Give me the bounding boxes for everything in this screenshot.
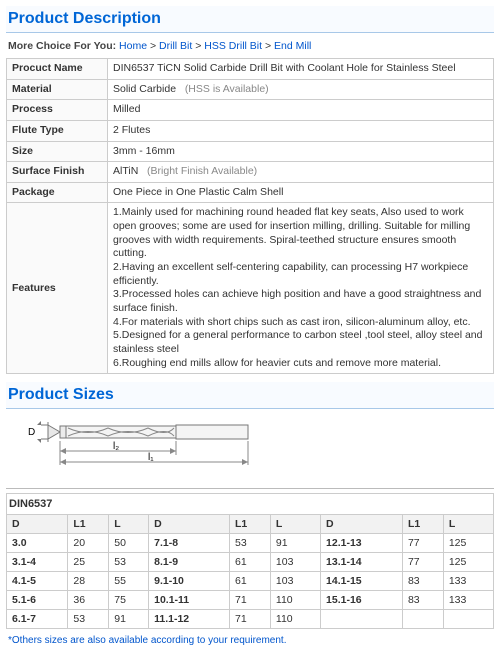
size-cell: 55 bbox=[109, 572, 149, 591]
section-title-sizes: Product Sizes bbox=[6, 382, 494, 409]
size-cell bbox=[402, 610, 443, 629]
size-cell: 5.1-6 bbox=[7, 591, 68, 610]
size-cell: 12.1-13 bbox=[321, 534, 403, 553]
size-cell: 61 bbox=[230, 553, 271, 572]
spec-key-package: Package bbox=[7, 182, 108, 203]
size-cell: 13.1-14 bbox=[321, 553, 403, 572]
size-cell: 10.1-11 bbox=[149, 591, 230, 610]
size-cell: 53 bbox=[109, 553, 149, 572]
size-cell: 91 bbox=[270, 534, 320, 553]
spec-val-process: Milled bbox=[108, 100, 494, 121]
size-cell: 61 bbox=[230, 572, 271, 591]
size-cell: 3.0 bbox=[7, 534, 68, 553]
size-cell: 14.1-15 bbox=[321, 572, 403, 591]
svg-text:D: D bbox=[28, 427, 35, 438]
size-cell: 133 bbox=[443, 572, 493, 591]
size-cell: 75 bbox=[109, 591, 149, 610]
spec-key-surface-finish: Surface Finish bbox=[7, 162, 108, 183]
size-cell: 6.1-7 bbox=[7, 610, 68, 629]
footnote: *Others sizes are also available accordi… bbox=[6, 629, 494, 648]
spec-key-name: Procuct Name bbox=[7, 59, 108, 80]
drill-diagram: D l₂ l₁ bbox=[6, 413, 494, 489]
spec-val-flute: 2 Flutes bbox=[108, 120, 494, 141]
table-row: 6.1-7539111.1-1271110 bbox=[7, 610, 494, 629]
size-cell: 71 bbox=[230, 610, 271, 629]
breadcrumb-sep: > bbox=[265, 40, 271, 52]
col-l1: L1 bbox=[402, 515, 443, 534]
size-cell: 91 bbox=[109, 610, 149, 629]
spec-key-size: Size bbox=[7, 141, 108, 162]
size-cell: 103 bbox=[270, 553, 320, 572]
size-cell: 125 bbox=[443, 553, 493, 572]
table-row: 3.020507.1-8539112.1-1377125 bbox=[7, 534, 494, 553]
breadcrumb-end-mill[interactable]: End Mill bbox=[274, 40, 311, 52]
size-cell: 83 bbox=[402, 591, 443, 610]
col-l1: L1 bbox=[68, 515, 109, 534]
size-cell bbox=[321, 610, 403, 629]
size-cell: 71 bbox=[230, 591, 271, 610]
spec-key-flute: Flute Type bbox=[7, 120, 108, 141]
table-row: 3.1-425538.1-96110313.1-1477125 bbox=[7, 553, 494, 572]
size-cell: 77 bbox=[402, 534, 443, 553]
table-row: 5.1-6367510.1-117111015.1-1683133 bbox=[7, 591, 494, 610]
breadcrumb-hss-drill-bit[interactable]: HSS Drill Bit bbox=[204, 40, 262, 52]
breadcrumb-sep: > bbox=[150, 40, 156, 52]
size-cell: 4.1-5 bbox=[7, 572, 68, 591]
size-cell: 8.1-9 bbox=[149, 553, 230, 572]
size-cell: 28 bbox=[68, 572, 109, 591]
col-d: D bbox=[321, 515, 403, 534]
col-l1: L1 bbox=[230, 515, 271, 534]
spec-table: Procuct NameDIN6537 TiCN Solid Carbide D… bbox=[6, 58, 494, 374]
size-cell: 20 bbox=[68, 534, 109, 553]
drill-diagram-svg: D l₂ l₁ bbox=[8, 417, 308, 479]
col-d: D bbox=[149, 515, 230, 534]
size-cell: 103 bbox=[270, 572, 320, 591]
col-l: L bbox=[109, 515, 149, 534]
spec-val-surface-finish: AlTiN (Bright Finish Available) bbox=[108, 162, 494, 183]
size-cell: 3.1-4 bbox=[7, 553, 68, 572]
size-cell: 50 bbox=[109, 534, 149, 553]
section-title-description: Product Description bbox=[6, 6, 494, 33]
spec-val-material: Solid Carbide (HSS is Available) bbox=[108, 79, 494, 100]
breadcrumb-sep: > bbox=[195, 40, 201, 52]
sizes-table: DL1L DL1L DL1L 3.020507.1-8539112.1-1377… bbox=[6, 514, 494, 629]
size-cell: 9.1-10 bbox=[149, 572, 230, 591]
size-cell: 7.1-8 bbox=[149, 534, 230, 553]
spec-val-package: One Piece in One Plastic Calm Shell bbox=[108, 182, 494, 203]
din-label: DIN6537 bbox=[6, 493, 494, 514]
size-cell: 110 bbox=[270, 610, 320, 629]
spec-val-name: DIN6537 TiCN Solid Carbide Drill Bit wit… bbox=[108, 59, 494, 80]
size-cell: 15.1-16 bbox=[321, 591, 403, 610]
breadcrumb-home[interactable]: Home bbox=[119, 40, 147, 52]
svg-text:l₁: l₁ bbox=[148, 452, 154, 463]
spec-key-process: Process bbox=[7, 100, 108, 121]
size-cell: 25 bbox=[68, 553, 109, 572]
size-cell: 77 bbox=[402, 553, 443, 572]
spec-key-features: Features bbox=[7, 203, 108, 374]
breadcrumb-label: More Choice For You: bbox=[8, 40, 116, 52]
spec-val-size: 3mm - 16mm bbox=[108, 141, 494, 162]
col-l: L bbox=[270, 515, 320, 534]
size-cell: 53 bbox=[230, 534, 271, 553]
size-cell: 110 bbox=[270, 591, 320, 610]
col-d: D bbox=[7, 515, 68, 534]
size-cell: 36 bbox=[68, 591, 109, 610]
spec-key-material: Material bbox=[7, 79, 108, 100]
size-cell bbox=[443, 610, 493, 629]
size-cell: 125 bbox=[443, 534, 493, 553]
breadcrumb-drill-bit[interactable]: Drill Bit bbox=[159, 40, 192, 52]
size-cell: 133 bbox=[443, 591, 493, 610]
table-row: 4.1-528559.1-106110314.1-1583133 bbox=[7, 572, 494, 591]
col-l: L bbox=[443, 515, 493, 534]
svg-text:l₂: l₂ bbox=[113, 441, 119, 452]
size-cell: 83 bbox=[402, 572, 443, 591]
size-cell: 11.1-12 bbox=[149, 610, 230, 629]
spec-val-features: 1.Mainly used for machining round headed… bbox=[108, 203, 494, 374]
breadcrumb: More Choice For You: Home > Drill Bit > … bbox=[6, 37, 494, 58]
size-cell: 53 bbox=[68, 610, 109, 629]
